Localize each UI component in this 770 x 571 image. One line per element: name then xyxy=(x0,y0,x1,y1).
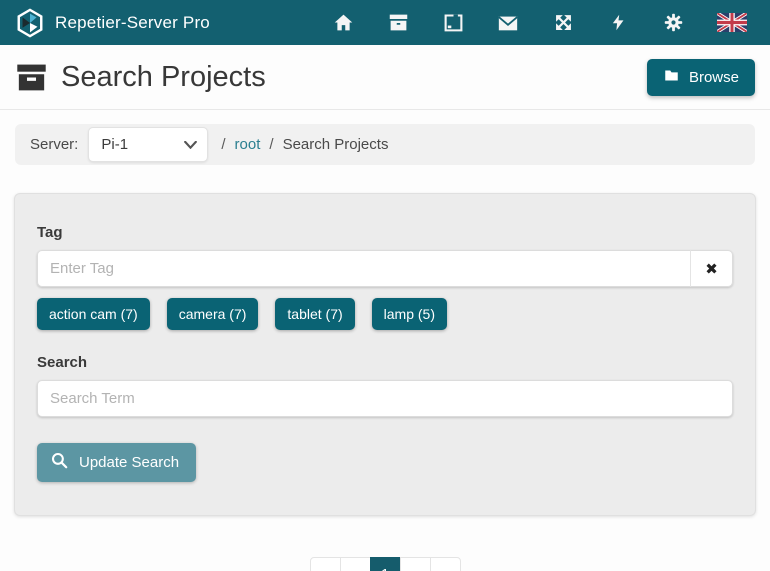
search-magnifier-icon xyxy=(50,451,69,474)
page-header: Search Projects Browse xyxy=(0,45,770,110)
pagination-page-1[interactable]: 1 xyxy=(370,557,401,571)
language-flag-icon[interactable] xyxy=(717,13,747,32)
pagination-first-button[interactable]: « xyxy=(310,557,341,571)
tag-input[interactable] xyxy=(37,250,690,287)
pagination-prev-button[interactable]: ‹ xyxy=(340,557,371,571)
tag-button-row: action cam (7) camera (7) tablet (7) lam… xyxy=(37,298,733,330)
tag-button-camera[interactable]: camera (7) xyxy=(167,298,259,330)
server-select[interactable]: Pi-1 xyxy=(88,127,208,162)
projects-archive-icon[interactable] xyxy=(387,12,409,34)
chevron-down-icon xyxy=(184,136,197,153)
folder-icon xyxy=(663,68,680,87)
breadcrumb-separator: / xyxy=(269,136,273,153)
breadcrumb-bar: Server: Pi-1 / root / Search Projects xyxy=(15,124,755,165)
browse-button-label: Browse xyxy=(689,69,739,86)
tag-button-action-cam[interactable]: action cam (7) xyxy=(37,298,150,330)
tag-button-lamp[interactable]: lamp (5) xyxy=(372,298,447,330)
pagination-last-button[interactable]: » xyxy=(430,557,461,571)
home-icon[interactable] xyxy=(332,12,354,34)
navbar-icons xyxy=(332,12,755,34)
page-title: Search Projects xyxy=(61,61,266,94)
repetier-logo-icon xyxy=(15,8,45,38)
browse-button[interactable]: Browse xyxy=(647,59,755,96)
search-card: Tag ✖ action cam (7) camera (7) tablet (… xyxy=(14,193,756,516)
brand-title: Repetier-Server Pro xyxy=(55,13,210,33)
clear-tag-button[interactable]: ✖ xyxy=(690,250,733,287)
breadcrumb: / root / Search Projects xyxy=(221,136,388,153)
settings-gear-icon[interactable] xyxy=(662,12,684,34)
brand[interactable]: Repetier-Server Pro xyxy=(15,8,210,38)
top-navbar: Repetier-Server Pro xyxy=(0,0,770,45)
tag-input-group: ✖ xyxy=(37,250,733,287)
search-term-input[interactable] xyxy=(37,380,733,417)
pagination-next-button[interactable]: › xyxy=(400,557,431,571)
messages-envelope-icon[interactable] xyxy=(497,12,519,34)
update-search-label: Update Search xyxy=(79,454,179,471)
tag-button-tablet[interactable]: tablet (7) xyxy=(275,298,354,330)
search-label: Search xyxy=(37,354,733,371)
update-search-button[interactable]: Update Search xyxy=(37,443,196,482)
breadcrumb-current: Search Projects xyxy=(283,136,389,153)
breadcrumb-root-link[interactable]: root xyxy=(235,136,261,153)
server-label: Server: xyxy=(30,136,78,153)
server-select-value: Pi-1 xyxy=(101,136,128,153)
clear-x-icon: ✖ xyxy=(705,260,718,278)
printer-icon[interactable] xyxy=(442,12,464,34)
search-projects-archive-icon xyxy=(15,62,48,93)
fullscreen-expand-icon[interactable] xyxy=(552,12,574,34)
tag-label: Tag xyxy=(37,224,733,241)
pagination: « ‹ 1 › » xyxy=(0,557,770,571)
power-bolt-icon[interactable] xyxy=(607,12,629,34)
breadcrumb-separator: / xyxy=(221,136,225,153)
